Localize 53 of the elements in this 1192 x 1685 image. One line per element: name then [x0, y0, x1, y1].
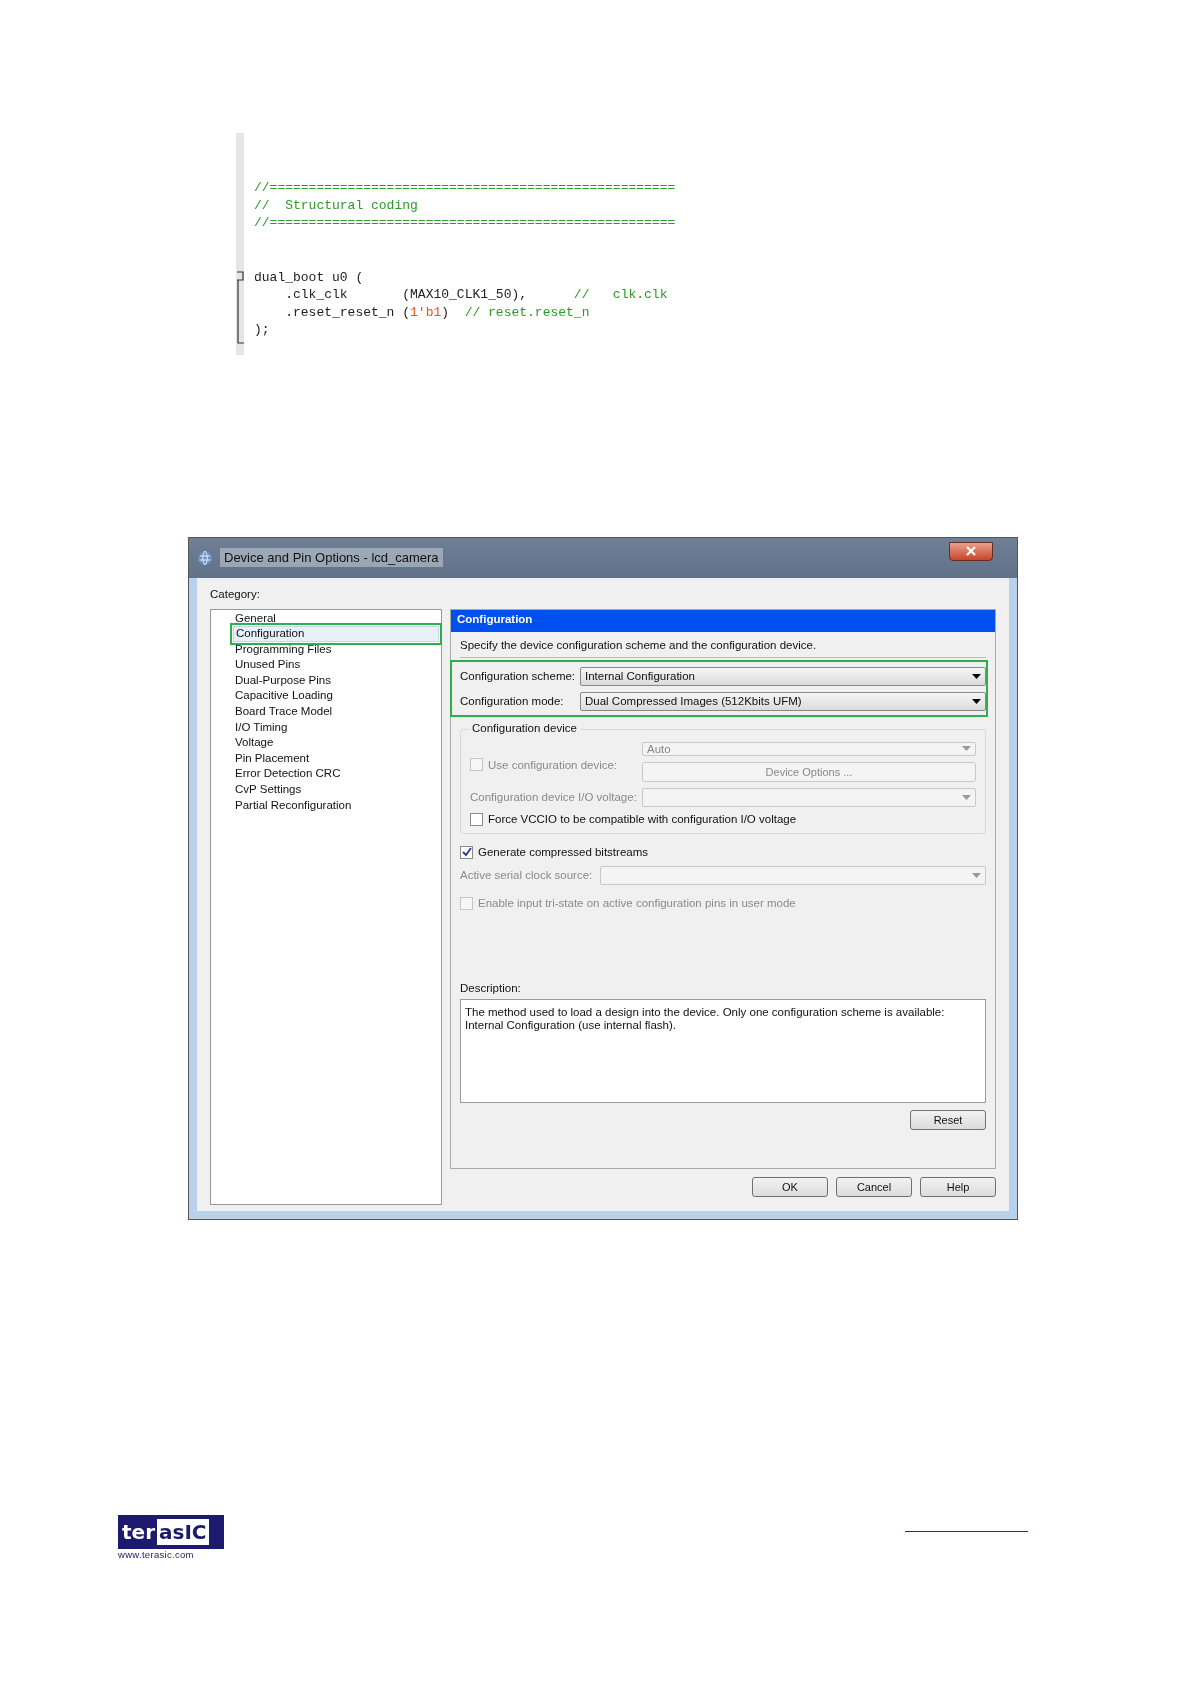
- dialog-button[interactable]: Cancel: [836, 1176, 912, 1197]
- field-label: Configuration device I/O voltage:: [470, 791, 638, 803]
- category-item[interactable]: General: [233, 610, 439, 627]
- description-label: Description:: [460, 981, 522, 994]
- category-item[interactable]: I/O Timing: [233, 719, 439, 736]
- dropdown-arrow-icon: [972, 673, 981, 679]
- checkbox[interactable]: [470, 812, 483, 826]
- category-item[interactable]: CvP Settings: [233, 782, 439, 798]
- checkbox-row[interactable]: Generate compressed bitstreams: [460, 845, 986, 859]
- dropdown-arrow-icon: [972, 698, 981, 704]
- dropdown-arrow-icon: [962, 746, 971, 751]
- category-item[interactable]: Configuration: [233, 626, 439, 642]
- category-label: Category:: [210, 587, 261, 600]
- category-item[interactable]: Capacitive Loading: [233, 688, 439, 705]
- category-item[interactable]: Partial Reconfiguration: [233, 797, 439, 814]
- dropdown-arrow-icon: [962, 794, 971, 800]
- code-line: .reset_reset_n (1'b1) // reset.reset_n: [284, 304, 590, 320]
- field-label: Configuration scheme:: [460, 670, 577, 682]
- dropdown-arrow-icon: [972, 872, 981, 878]
- category-item[interactable]: Pin Placement: [233, 750, 439, 767]
- fold-marker-icon: [236, 269, 244, 345]
- group-legend: Configuration device: [469, 721, 580, 734]
- code-line: );: [254, 322, 270, 337]
- code-line: .clk_clk (MAX10_CLK1_50), // clk.clk: [284, 287, 668, 302]
- window-title: Device and Pin Options - lcd_camera: [220, 548, 443, 567]
- code-line: //====================================================: [254, 215, 676, 230]
- category-item[interactable]: Error Detection CRC: [233, 766, 439, 783]
- code-line: // Structural coding: [254, 197, 418, 213]
- category-item[interactable]: Programming Files: [233, 641, 439, 658]
- intro-text: Specify the device configuration scheme and the configuration device.: [460, 638, 818, 651]
- globe-icon: [197, 549, 213, 566]
- dialog-button[interactable]: OK: [752, 1176, 828, 1197]
- dropdown[interactable]: [642, 787, 976, 807]
- category-item[interactable]: Unused Pins: [233, 657, 439, 673]
- checkbox[interactable]: [460, 845, 473, 859]
- field-label: Active serial clock source:: [460, 869, 594, 881]
- dropdown[interactable]: Internal Configuration: [580, 666, 986, 686]
- dropdown[interactable]: [600, 865, 986, 885]
- description-text: The method used to load a design into the device. Only one configuration scheme is available: Internal Configuration (use internal flash).: [460, 998, 986, 1103]
- code-line: //====================================================: [254, 180, 676, 195]
- category-item[interactable]: Dual-Purpose Pins: [233, 672, 439, 689]
- logo: ter asIC www.terasic.com: [118, 1515, 224, 1560]
- close-button[interactable]: [949, 541, 993, 561]
- field-label: Configuration mode:: [460, 695, 565, 707]
- panel-header: Configuration: [451, 609, 995, 632]
- category-item[interactable]: Board Trace Model: [233, 704, 439, 720]
- category-item[interactable]: Voltage: [233, 735, 439, 751]
- dialog-button[interactable]: Help: [920, 1176, 996, 1197]
- reset-button[interactable]: Reset: [910, 1109, 986, 1130]
- close-icon: [965, 546, 977, 556]
- dropdown[interactable]: Dual Compressed Images (512Kbits UFM): [580, 691, 986, 711]
- checkbox-row[interactable]: Force VCCIO to be compatible with configuration I/O voltage: [470, 812, 976, 826]
- code-line: dual_boot u0 (: [254, 269, 364, 285]
